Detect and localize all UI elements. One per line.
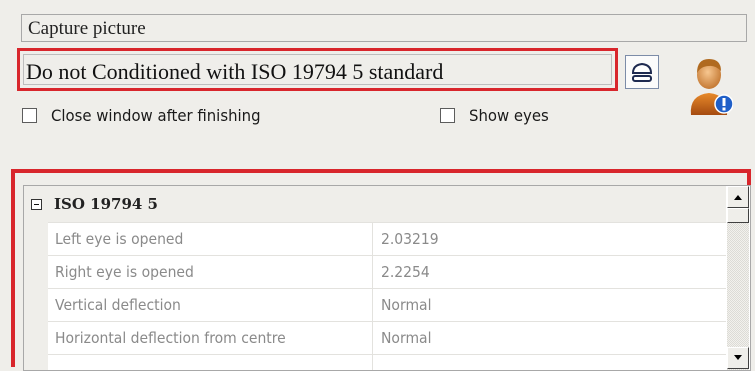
row-gutter (24, 354, 48, 370)
close-window-option[interactable]: Close window after finishing (22, 106, 276, 125)
row-gutter (24, 288, 48, 322)
status-message: Do not Conditioned with ISO 19794 5 stan… (23, 54, 612, 85)
collapse-icon[interactable] (31, 198, 42, 210)
property-row[interactable] (24, 354, 726, 370)
property-grid-highlight-frame: ISO 19794 5 Left eye is opened 2.03219 R… (11, 169, 751, 371)
property-value[interactable]: Normal (381, 329, 431, 347)
scroll-thumb[interactable] (727, 208, 749, 223)
scroll-down-button[interactable] (727, 347, 749, 369)
property-name: Horizontal deflection from centre (55, 329, 286, 347)
column-separator (372, 256, 373, 289)
show-eyes-option[interactable]: Show eyes (440, 106, 555, 125)
property-value[interactable]: 2.03219 (381, 230, 439, 248)
scroll-up-button[interactable] (727, 186, 749, 208)
show-eyes-label: Show eyes (469, 106, 549, 125)
property-value[interactable]: Normal (381, 296, 431, 314)
user-alert-icon[interactable] (685, 53, 734, 117)
close-window-label: Close window after finishing (51, 106, 261, 125)
property-value[interactable]: 2.2254 (381, 263, 430, 281)
property-row[interactable]: Left eye is opened 2.03219 (24, 222, 726, 256)
property-name: Vertical deflection (55, 296, 181, 314)
vertical-scrollbar[interactable] (727, 186, 749, 370)
show-eyes-checkbox[interactable] (440, 108, 455, 123)
close-window-checkbox[interactable] (22, 108, 37, 123)
row-gutter (24, 255, 48, 289)
property-name: Left eye is opened (55, 230, 184, 248)
column-separator (372, 223, 373, 256)
property-name: Right eye is opened (55, 263, 194, 281)
arrow-up-icon (734, 195, 742, 200)
row-gutter (24, 222, 48, 256)
arrow-down-icon (734, 355, 742, 360)
category-label: ISO 19794 5 (54, 195, 158, 213)
eject-icon (631, 62, 653, 82)
property-row[interactable]: Right eye is opened 2.2254 (24, 255, 726, 289)
property-grid: ISO 19794 5 Left eye is opened 2.03219 R… (23, 185, 751, 371)
row-gutter (24, 321, 48, 355)
category-row[interactable]: ISO 19794 5 (24, 186, 726, 222)
window-title-field: Capture picture (21, 14, 747, 42)
eject-button[interactable] (625, 55, 659, 89)
column-separator (372, 322, 373, 355)
status-highlight-frame: Do not Conditioned with ISO 19794 5 stan… (17, 48, 618, 91)
column-separator (372, 289, 373, 322)
property-row[interactable]: Horizontal deflection from centre Normal (24, 321, 726, 355)
property-row[interactable]: Vertical deflection Normal (24, 288, 726, 322)
